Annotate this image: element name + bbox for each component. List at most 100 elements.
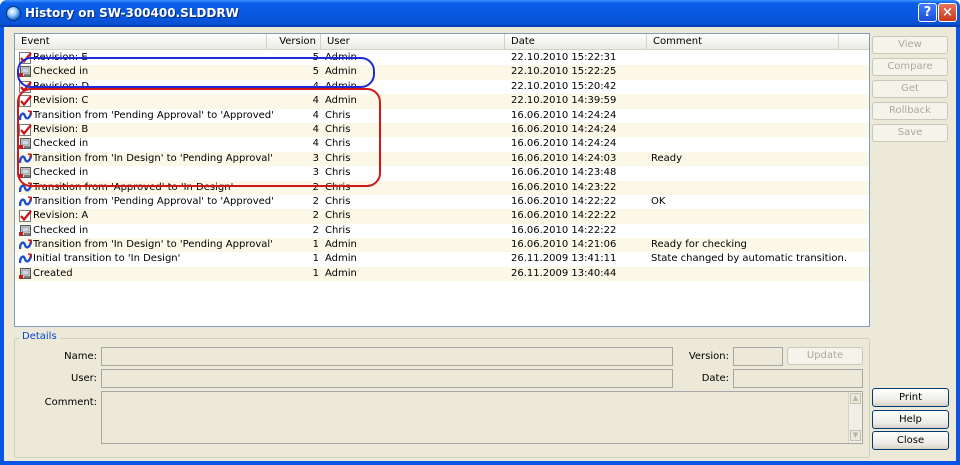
event-cell: Created [33, 267, 73, 279]
column-header-user[interactable]: User [321, 34, 505, 50]
user-cell: Chris [325, 224, 351, 236]
comment-cell [651, 137, 861, 151]
column-header-version[interactable]: Version [267, 34, 321, 50]
version-cell: 5 [312, 52, 319, 63]
checkin-icon [19, 224, 32, 237]
history-row[interactable]: Checked in 4 Chris 16.06.2010 14:24:24 [15, 137, 869, 151]
user-cell: Chris [325, 109, 351, 121]
revision-check-icon [19, 123, 32, 136]
event-cell: Checked in [33, 167, 89, 179]
history-row[interactable]: Transition from 'Pending Approval' to 'A… [15, 109, 869, 123]
comment-scrollbar[interactable]: ▲ ▼ [848, 392, 862, 443]
checkin-icon [19, 138, 32, 150]
compare-button[interactable]: Compare [872, 58, 948, 76]
history-row[interactable]: Transition from 'Pending Approval' to 'A… [15, 195, 869, 209]
user-field[interactable] [101, 369, 673, 388]
history-row[interactable]: Checked in 2 Chris 16.06.2010 14:22:22 [15, 224, 869, 238]
revision-check-icon [19, 95, 32, 108]
date-cell: 26.11.2009 13:41:11 [511, 253, 617, 265]
history-row[interactable]: Revision: E 5 Admin 22.10.2010 15:22:31 [15, 51, 869, 65]
user-cell: Admin [325, 52, 357, 63]
history-list[interactable]: Event Version User Date Comment Revision… [14, 33, 870, 327]
user-cell: Admin [325, 80, 357, 92]
history-row[interactable]: Revision: B 4 Chris 16.06.2010 14:24:24 [15, 122, 869, 138]
user-cell: Admin [325, 95, 357, 107]
version-cell: 2 [312, 210, 319, 222]
history-row[interactable]: Revision: D 4 Admin 22.10.2010 15:20:42 [15, 80, 869, 94]
version-cell: 4 [312, 109, 319, 121]
date-cell: 16.06.2010 14:23:22 [511, 181, 617, 193]
version-cell: 4 [312, 123, 319, 135]
name-field[interactable] [101, 347, 673, 366]
help-button[interactable]: Help [872, 410, 949, 429]
user-cell: Admin [325, 66, 357, 78]
user-cell: Chris [325, 152, 351, 164]
event-cell: Transition from 'Pending Approval' to 'A… [33, 195, 274, 207]
comment-cell [651, 94, 861, 108]
history-row[interactable]: Transition from 'Approved' to 'In Design… [15, 180, 869, 195]
event-cell: Revision: B [33, 123, 89, 135]
close-title-button[interactable]: × [938, 3, 957, 22]
print-button[interactable]: Print [872, 388, 949, 407]
window-title: History on SW-300400.SLDDRW [25, 6, 239, 20]
event-cell: Transition from 'In Design' to 'Pending … [33, 152, 273, 164]
name-label: Name: [64, 351, 97, 362]
transition-icon [19, 196, 32, 208]
user-cell: Chris [325, 195, 351, 207]
history-row[interactable]: Initial transition to 'In Design' 1 Admin 2… [15, 252, 869, 266]
title-bar[interactable]: History on SW-300400.SLDDRW ? × [0, 0, 960, 27]
date-cell: 16.06.2010 14:24:24 [511, 123, 617, 135]
history-row[interactable]: Transition from 'In Design' to 'Pending … [15, 238, 869, 253]
version-cell: 2 [312, 181, 319, 193]
history-row[interactable]: Checked in 3 Chris 16.06.2010 14:23:48 [15, 166, 869, 180]
transition-icon [19, 239, 32, 251]
user-cell: Chris [325, 210, 351, 222]
history-row[interactable]: Revision: A 2 Chris 16.06.2010 14:22:22 [15, 209, 869, 224]
details-legend: Details [19, 331, 60, 342]
get-button[interactable]: Get [872, 80, 948, 98]
transition-icon [19, 152, 32, 165]
history-window: History on SW-300400.SLDDRW ? × Event Ve… [0, 0, 960, 465]
view-button[interactable]: View [872, 36, 948, 54]
column-header-date[interactable]: Date [505, 34, 647, 50]
user-label: User: [71, 373, 97, 384]
user-cell: Admin [325, 239, 357, 251]
comment-cell [651, 80, 861, 94]
comment-cell: OK [651, 195, 666, 207]
history-row[interactable]: Revision: C 4 Admin 22.10.2010 14:39:59 [15, 94, 869, 109]
update-button[interactable]: Update [787, 347, 863, 365]
scroll-down-arrow-icon[interactable]: ▼ [850, 430, 861, 441]
event-cell: Transition from 'Approved' to 'In Design… [33, 181, 234, 193]
revision-check-icon [19, 210, 32, 223]
version-field[interactable] [733, 347, 783, 366]
history-row[interactable]: Checked in 5 Admin 22.10.2010 15:22:25 [15, 65, 869, 80]
comment-field[interactable] [101, 391, 863, 444]
list-rows: Revision: E 5 Admin 22.10.2010 15:22:31 Chec… [15, 51, 869, 282]
dialog-body: Event Version User Date Comment Revision… [4, 27, 956, 461]
version-cell: 3 [312, 152, 319, 164]
date-cell: 16.06.2010 14:24:24 [511, 138, 617, 150]
date-cell: 22.10.2010 15:22:31 [511, 52, 617, 63]
column-header-event[interactable]: Event [15, 34, 267, 50]
event-cell: Revision: E [33, 52, 88, 63]
date-cell: 16.06.2010 14:24:03 [511, 152, 617, 164]
close-button[interactable]: Close [872, 431, 949, 450]
date-cell: 16.06.2010 14:21:06 [511, 239, 617, 251]
event-cell: Initial transition to 'In Design' [33, 253, 181, 265]
event-cell: Revision: A [33, 210, 89, 222]
scroll-up-arrow-icon[interactable]: ▲ [850, 393, 861, 404]
help-title-button[interactable]: ? [918, 3, 937, 22]
rollback-button[interactable]: Rollback [872, 102, 948, 120]
comment-label: Comment: [44, 397, 97, 408]
user-cell: Admin [325, 253, 357, 265]
history-row[interactable]: Transition from 'In Design' to 'Pending … [15, 151, 869, 167]
date-cell: 26.11.2009 13:40:44 [511, 267, 617, 279]
event-cell: Transition from 'In Design' to 'Pending … [33, 239, 273, 251]
date-field[interactable] [733, 369, 863, 388]
history-row[interactable]: Created 1 Admin 26.11.2009 13:40:44 [15, 266, 869, 282]
column-header-comment[interactable]: Comment [647, 34, 839, 50]
user-cell: Chris [325, 167, 351, 179]
comment-cell [651, 51, 861, 65]
date-cell: 16.06.2010 14:22:22 [511, 224, 617, 236]
save-button[interactable]: Save [872, 124, 948, 142]
